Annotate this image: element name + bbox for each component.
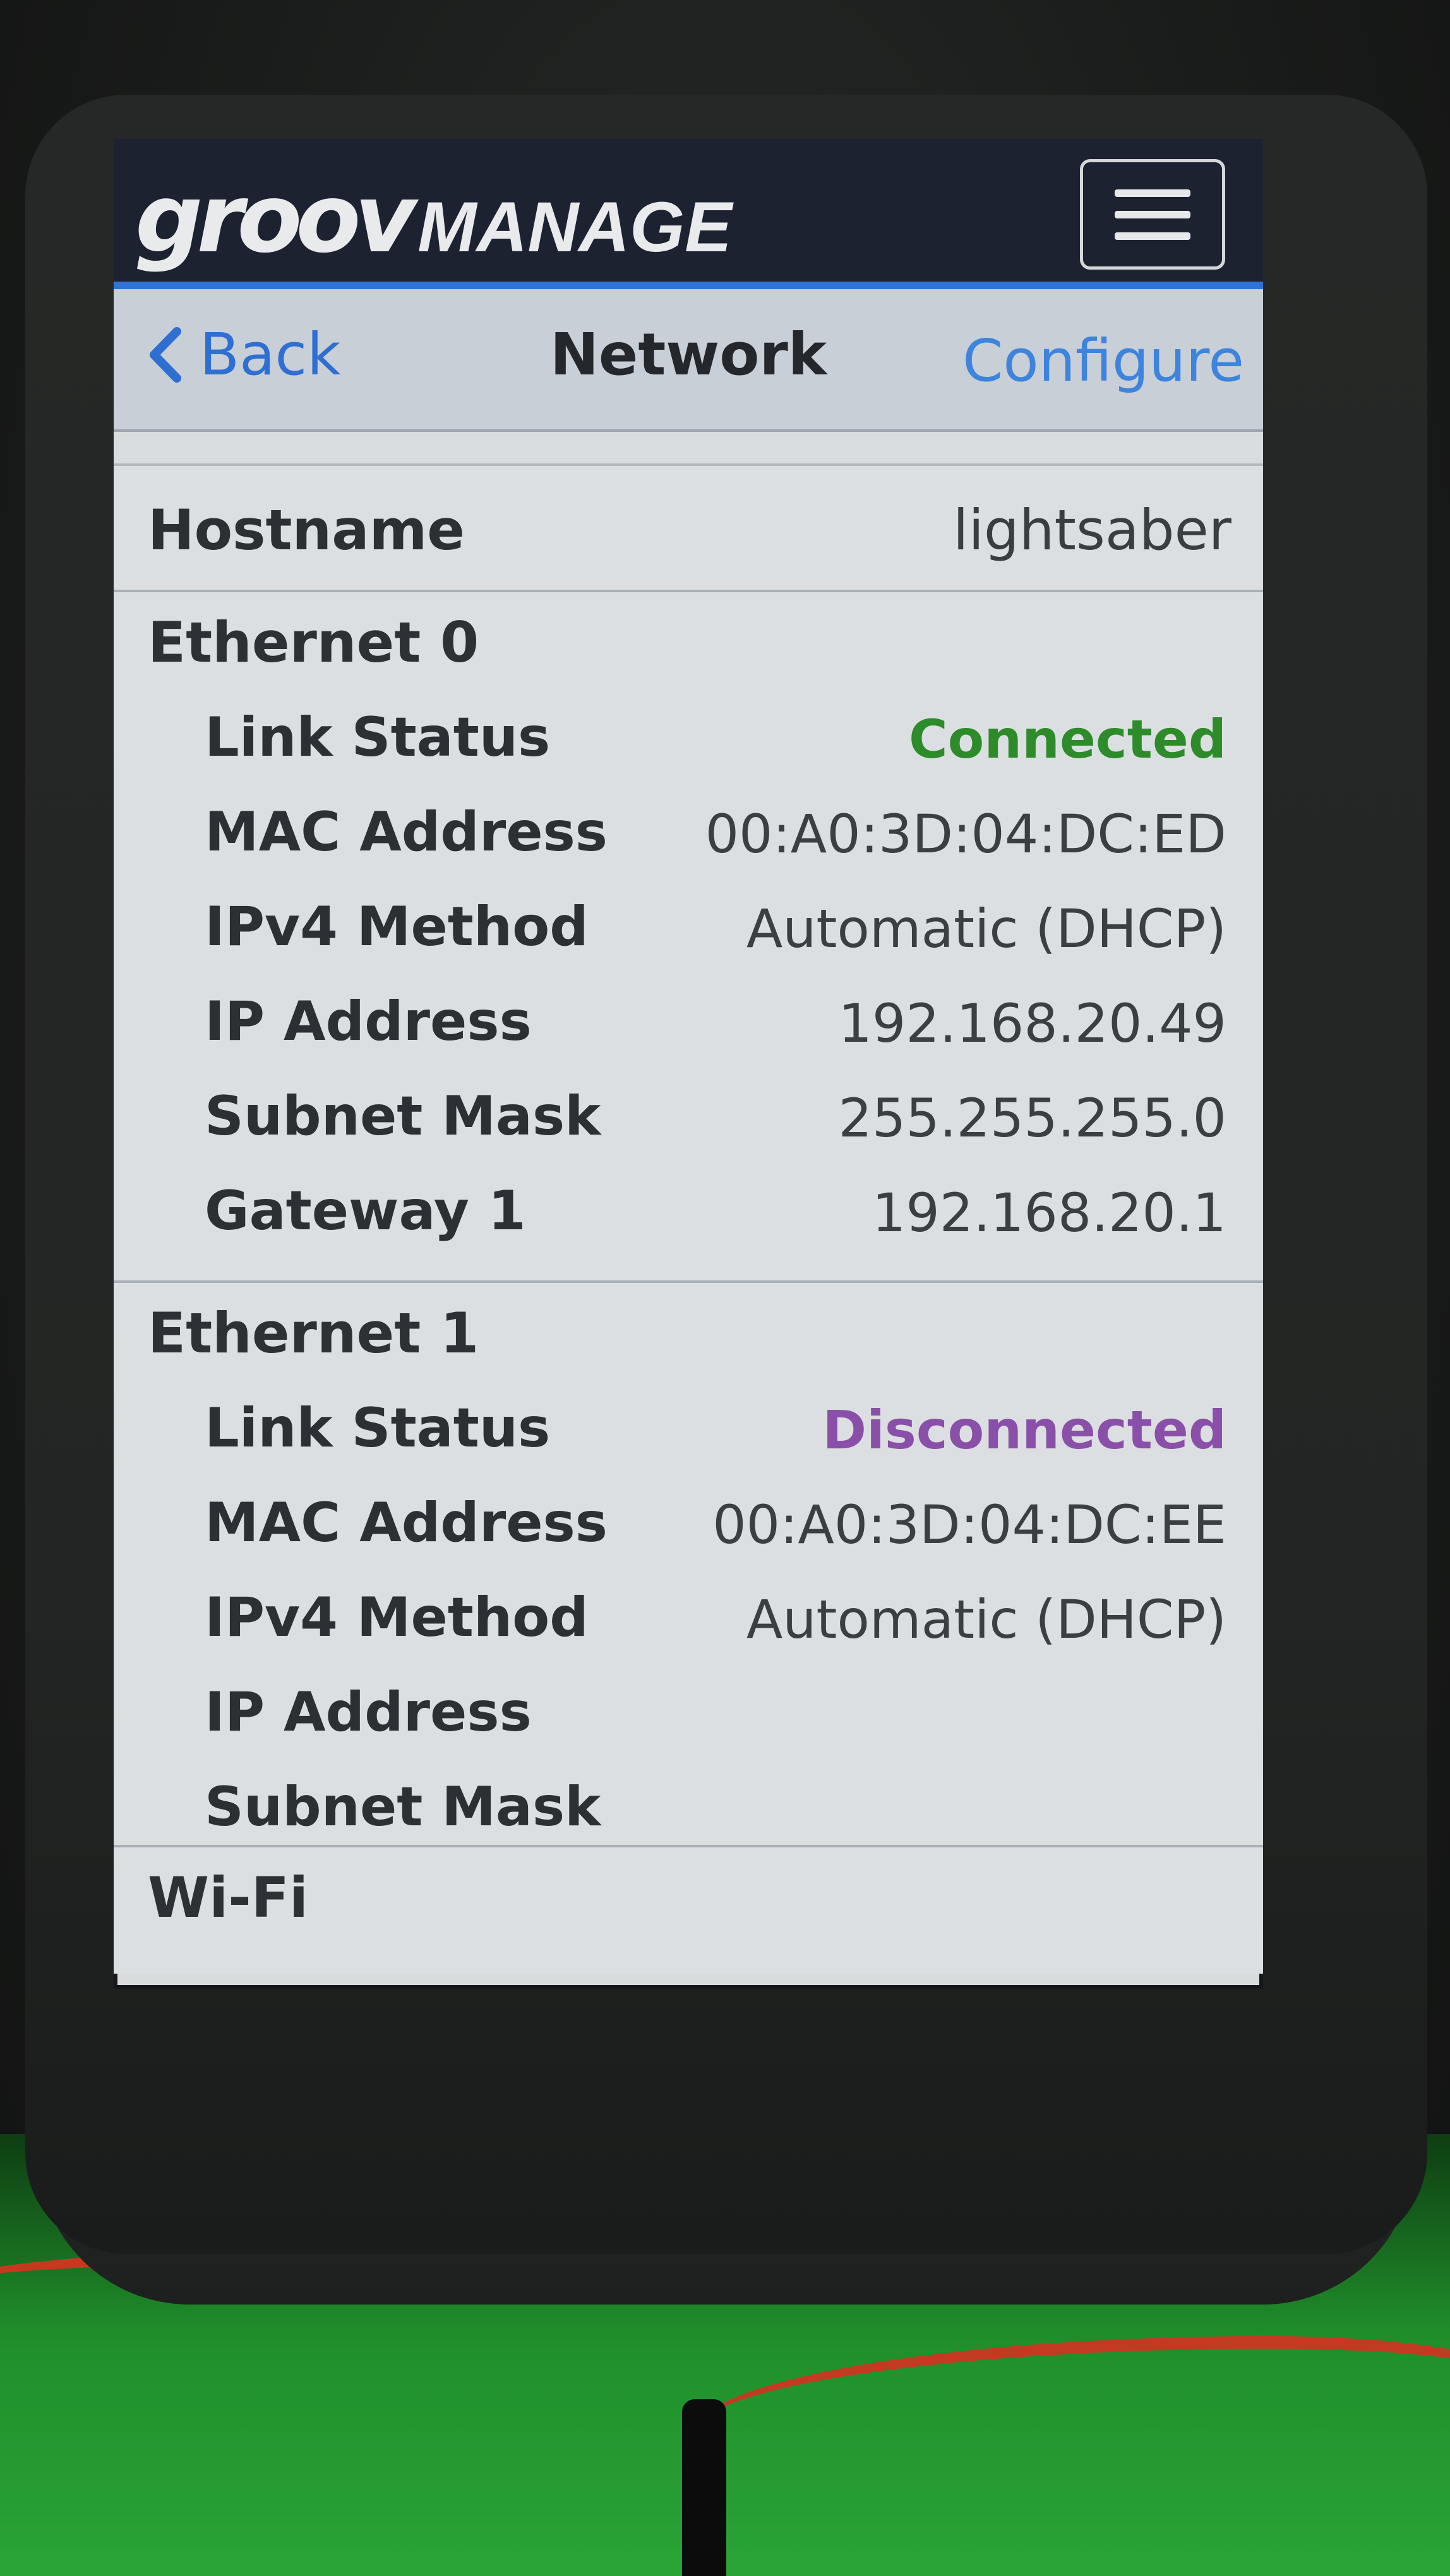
hostname-value: lightsaber (953, 498, 1231, 563)
status-connected-value: Connected (909, 708, 1226, 770)
configure-button[interactable]: Configure (962, 327, 1244, 395)
field-label: Gateway 1 (205, 1179, 526, 1243)
field-label: Subnet Mask (205, 1775, 601, 1839)
hostname-row: Hostname lightsaber (114, 466, 1263, 592)
nav-bar: Back Network Configure (114, 289, 1263, 432)
field-value: Automatic (DHCP) (746, 1589, 1226, 1650)
groov-manage-logo: groov MANAGE (135, 164, 732, 274)
logo-groov: groov (135, 164, 416, 274)
field-label: IPv4 Method (205, 1586, 589, 1649)
field-value: 00:A0:3D:04:DC:EE (712, 1494, 1226, 1556)
eth1-ip-address-row: IP Address (114, 1668, 1263, 1763)
accent-divider (114, 282, 1263, 289)
eth0-gateway-row: Gateway 1 192.168.20.1 (114, 1167, 1263, 1261)
wifi-section[interactable]: Wi-Fi (114, 1847, 1263, 1974)
eth0-link-status-row: Link Status Connected (114, 693, 1263, 788)
field-value: 192.168.20.1 (872, 1182, 1226, 1244)
hamburger-menu-icon-bar (1115, 232, 1190, 240)
eth0-ipv4-method-row: IPv4 Method Automatic (DHCP) (114, 883, 1263, 977)
field-label: Link Status (205, 1397, 551, 1460)
eth0-mac-address-row: MAC Address 00:A0:3D:04:DC:ED (114, 788, 1263, 883)
hamburger-menu-icon-bar (1115, 210, 1190, 218)
eth0-ip-address-row: IP Address 192.168.20.49 (114, 977, 1263, 1072)
app-bar: groov MANAGE (114, 139, 1263, 282)
field-value: Automatic (DHCP) (746, 898, 1226, 960)
ethernet-1-section[interactable]: Ethernet 1 Link Status Disconnected MAC … (114, 1283, 1263, 1847)
wifi-title: Wi-Fi (148, 1865, 309, 1930)
hamburger-menu-button[interactable] (1080, 159, 1225, 270)
field-label: Link Status (205, 706, 551, 769)
hostname-label: Hostname (148, 498, 465, 563)
ethernet-0-section[interactable]: Ethernet 0 Link Status Connected MAC Add… (114, 592, 1263, 1283)
device-screen: groov MANAGE Back Network Configure Host… (114, 139, 1263, 1989)
field-label: MAC Address (205, 801, 608, 864)
field-value: 192.168.20.49 (838, 993, 1226, 1054)
list-top-spacer (114, 432, 1263, 466)
field-value: 255.255.255.0 (838, 1087, 1226, 1149)
eth1-ipv4-method-row: IPv4 Method Automatic (DHCP) (114, 1573, 1263, 1668)
black-cable (682, 2399, 726, 2576)
ethernet-1-title: Ethernet 1 (148, 1301, 479, 1366)
eth1-link-status-row: Link Status Disconnected (114, 1384, 1263, 1479)
field-label: IP Address (205, 990, 532, 1053)
eth1-mac-address-row: MAC Address 00:A0:3D:04:DC:EE (114, 1479, 1263, 1573)
status-disconnected-value: Disconnected (822, 1399, 1226, 1461)
eth1-subnet-mask-row: Subnet Mask (114, 1763, 1263, 1857)
field-value: 00:A0:3D:04:DC:ED (705, 803, 1226, 865)
eth0-subnet-mask-row: Subnet Mask 255.255.255.0 (114, 1072, 1263, 1167)
network-details-list: Hostname lightsaber Ethernet 0 Link Stat… (114, 466, 1263, 1974)
photo-scene: groov MANAGE Back Network Configure Host… (0, 0, 1450, 2576)
field-label: Subnet Mask (205, 1085, 601, 1148)
field-label: IPv4 Method (205, 895, 589, 958)
hamburger-menu-icon (1115, 189, 1190, 197)
field-label: IP Address (205, 1681, 532, 1744)
ethernet-0-title: Ethernet 0 (148, 610, 479, 675)
field-label: MAC Address (205, 1491, 608, 1554)
logo-manage: MANAGE (417, 188, 732, 266)
